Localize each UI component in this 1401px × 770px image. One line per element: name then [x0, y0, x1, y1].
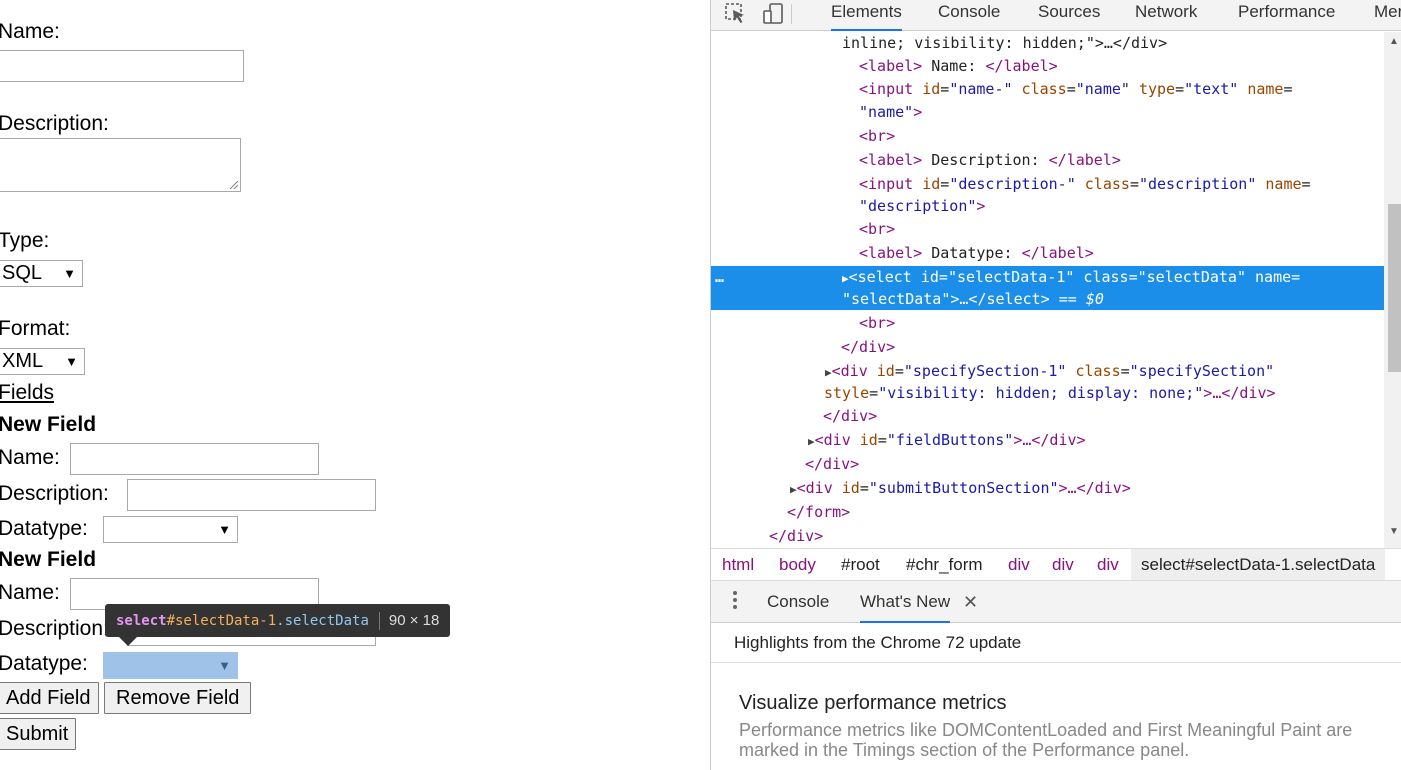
tooltip-id: #selectData-1 — [166, 613, 277, 629]
dropdown-arrow-icon: ▼ — [65, 354, 78, 369]
dom-line[interactable]: <br> — [711, 312, 1384, 335]
toolbar-divider — [791, 4, 792, 24]
add-field-button[interactable]: Add Field — [0, 682, 99, 714]
field-description-label: Description: — [0, 617, 109, 640]
dom-line[interactable]: </div> — [711, 405, 1384, 428]
tooltip-separator — [378, 612, 380, 630]
new-field-heading: New Field — [0, 548, 97, 571]
new-field-heading: New Field — [0, 413, 97, 436]
more-actions-icon[interactable]: … — [715, 266, 724, 289]
dropdown-arrow-icon: ▼ — [218, 658, 231, 673]
dom-line[interactable]: ▶<div id="fieldButtons">…</div> — [711, 429, 1384, 452]
name-label: Name: — [0, 20, 60, 43]
type-select[interactable]: SQL ▼ — [0, 260, 83, 287]
submit-button[interactable]: Submit — [0, 718, 77, 750]
whats-new-item-description: Performance metrics like DOMContentLoade… — [739, 720, 1353, 760]
device-toolbar-icon[interactable] — [761, 2, 787, 26]
tab-network[interactable]: Network — [1135, 0, 1197, 31]
fields-link[interactable]: Fields — [0, 381, 54, 405]
tab-elements[interactable]: Elements — [831, 0, 902, 31]
dom-line[interactable]: ▶<div id="submitButtonSection">…</div> — [711, 477, 1384, 500]
dom-tree-scrollbar[interactable]: ▲ ▼ — [1384, 32, 1401, 548]
breadcrumb: html body #root #chr_form div div div se… — [711, 548, 1401, 581]
field-datatype-label: Datatype: — [0, 652, 88, 675]
dom-line[interactable]: </form> — [711, 501, 1384, 524]
dom-line[interactable]: "name"> — [711, 101, 1384, 124]
breadcrumb-item-selected[interactable]: select#selectData-1.selectData — [1131, 549, 1386, 580]
breadcrumb-item[interactable]: #chr_form — [906, 549, 983, 580]
field-name-label: Name: — [0, 446, 60, 469]
dom-line[interactable]: <label> Datatype: </label> — [711, 242, 1384, 265]
type-select-value: SQL — [2, 262, 43, 284]
whats-new-item-title[interactable]: Visualize performance metrics — [739, 692, 1007, 715]
breadcrumb-item[interactable]: div — [1097, 549, 1119, 580]
dom-line[interactable]: <label> Description: </label> — [711, 149, 1384, 172]
drawer-tab-console[interactable]: Console — [767, 581, 829, 623]
expand-triangle-icon: ▶ — [825, 366, 832, 379]
dom-line[interactable]: ▶<div id="specifySection-1" class="speci… — [711, 360, 1384, 383]
dom-line[interactable]: <br> — [711, 125, 1384, 148]
tooltip-class: .selectData — [276, 613, 369, 629]
dom-line[interactable]: <input id="description-" class="descript… — [711, 173, 1384, 196]
dom-line[interactable]: "description"> — [711, 195, 1384, 218]
field-datatype-select-highlighted[interactable]: ▼ — [103, 652, 238, 679]
tab-sources[interactable]: Sources — [1038, 0, 1100, 31]
expand-triangle-icon[interactable]: ▶ — [842, 272, 849, 285]
breadcrumb-item[interactable]: div — [1052, 549, 1074, 580]
dom-line[interactable]: </div> — [711, 525, 1384, 548]
resize-grip-icon[interactable] — [230, 181, 238, 189]
close-icon[interactable]: ✕ — [963, 581, 978, 623]
dom-line[interactable]: <label> Name: </label> — [711, 55, 1384, 78]
tooltip-size: 90 × 18 — [388, 612, 440, 629]
scrollbar-thumb[interactable] — [1388, 204, 1401, 372]
dom-line-selected[interactable]: … ▶<select id="selectData-1" class="sele… — [711, 266, 1384, 310]
breadcrumb-item[interactable]: #root — [841, 549, 880, 580]
dom-line[interactable]: <input id="name-" class="name" type="tex… — [711, 78, 1384, 101]
dom-line[interactable]: inline; visibility: hidden;">…</div> — [711, 32, 1384, 55]
expand-triangle-icon: ▶ — [808, 435, 815, 448]
tooltip-caret — [118, 636, 138, 646]
field-description-label: Description: — [0, 482, 109, 505]
dropdown-arrow-icon: ▼ — [218, 522, 231, 537]
dom-line[interactable]: style="visibility: hidden; display: none… — [711, 382, 1384, 405]
field-name-input[interactable] — [70, 443, 319, 475]
scroll-up-icon[interactable]: ▲ — [1388, 36, 1400, 47]
drawer-tab-whats-new[interactable]: What's New — [860, 581, 951, 623]
drawer-tabbar: Console What's New ✕ — [711, 581, 1401, 623]
description-textarea[interactable] — [0, 138, 241, 192]
field-name-label: Name: — [0, 581, 60, 604]
tab-console[interactable]: Console — [938, 0, 1000, 31]
page-viewport: Name: Description: Type: SQL ▼ Format: X… — [0, 0, 710, 770]
name-input[interactable] — [0, 50, 244, 82]
breadcrumb-item[interactable]: html — [722, 549, 754, 580]
breadcrumb-item[interactable]: div — [1008, 549, 1030, 580]
devtools-panel: Elements Console Sources Network Perform… — [710, 0, 1401, 770]
expand-triangle-icon: ▶ — [790, 483, 797, 496]
devtools-tabbar: Elements Console Sources Network Perform… — [711, 0, 1401, 31]
field-datatype-label: Datatype: — [0, 517, 88, 540]
dom-line[interactable]: </div> — [711, 453, 1384, 476]
inspect-icon[interactable] — [724, 2, 750, 26]
tooltip-tag: select — [116, 613, 167, 629]
dom-line[interactable]: <br> — [711, 218, 1384, 241]
remove-field-button[interactable]: Remove Field — [104, 682, 252, 714]
dom-line[interactable]: </div> — [711, 336, 1384, 359]
field-description-input[interactable] — [127, 479, 376, 511]
format-label: Format: — [0, 317, 71, 340]
description-label: Description: — [0, 112, 109, 135]
format-select-value: XML — [2, 350, 44, 372]
whats-new-header: Highlights from the Chrome 72 update — [711, 623, 1401, 663]
tab-performance[interactable]: Performance — [1238, 0, 1335, 31]
dropdown-arrow-icon: ▼ — [63, 266, 76, 281]
dom-tree: inline; visibility: hidden;">…</div> <la… — [711, 32, 1384, 548]
tab-memory[interactable]: Mer — [1374, 0, 1401, 31]
breadcrumb-item[interactable]: body — [779, 549, 816, 580]
scroll-down-icon[interactable]: ▼ — [1388, 526, 1400, 537]
drawer-menu-icon[interactable] — [733, 591, 739, 612]
type-label: Type: — [0, 229, 50, 252]
inspect-tooltip: select#selectData-1.selectData 90 × 18 — [105, 604, 451, 637]
field-datatype-select[interactable]: ▼ — [103, 516, 238, 543]
format-select[interactable]: XML ▼ — [0, 348, 85, 375]
